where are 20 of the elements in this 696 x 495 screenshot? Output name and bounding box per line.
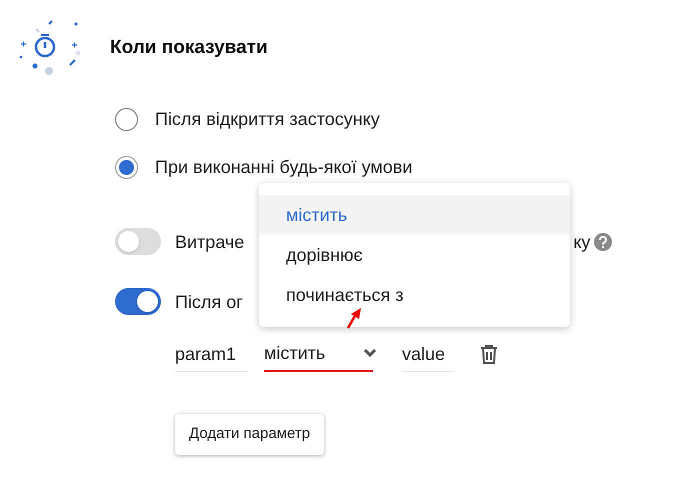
param-value-field[interactable]: value [402, 336, 453, 372]
section-title: Коли показувати [110, 36, 268, 60]
param-name-field[interactable]: param1 [175, 336, 248, 372]
radio-label: При виконанні будь-якої умови [155, 156, 412, 179]
radio-button[interactable] [115, 108, 138, 130]
radio-label: Після відкриття застосунку [155, 108, 380, 131]
toggle-switch[interactable] [115, 288, 161, 315]
help-icon[interactable] [594, 232, 612, 250]
radio-button[interactable] [115, 156, 138, 178]
dropdown-option[interactable]: починається з [259, 275, 570, 315]
chevron-down-icon [363, 348, 377, 358]
toggle-label: Після ог [175, 290, 243, 314]
trash-icon[interactable] [480, 344, 498, 364]
toggle-label: Витраче [175, 230, 244, 254]
toggle-switch[interactable] [115, 228, 161, 255]
toggle-label: ку [573, 230, 590, 254]
dropdown-option[interactable]: дорівнює [259, 235, 570, 275]
add-parameter-button[interactable]: Додати параметр [175, 414, 324, 455]
operator-select[interactable]: містить [264, 336, 373, 372]
dropdown-option[interactable]: містить [259, 195, 570, 235]
